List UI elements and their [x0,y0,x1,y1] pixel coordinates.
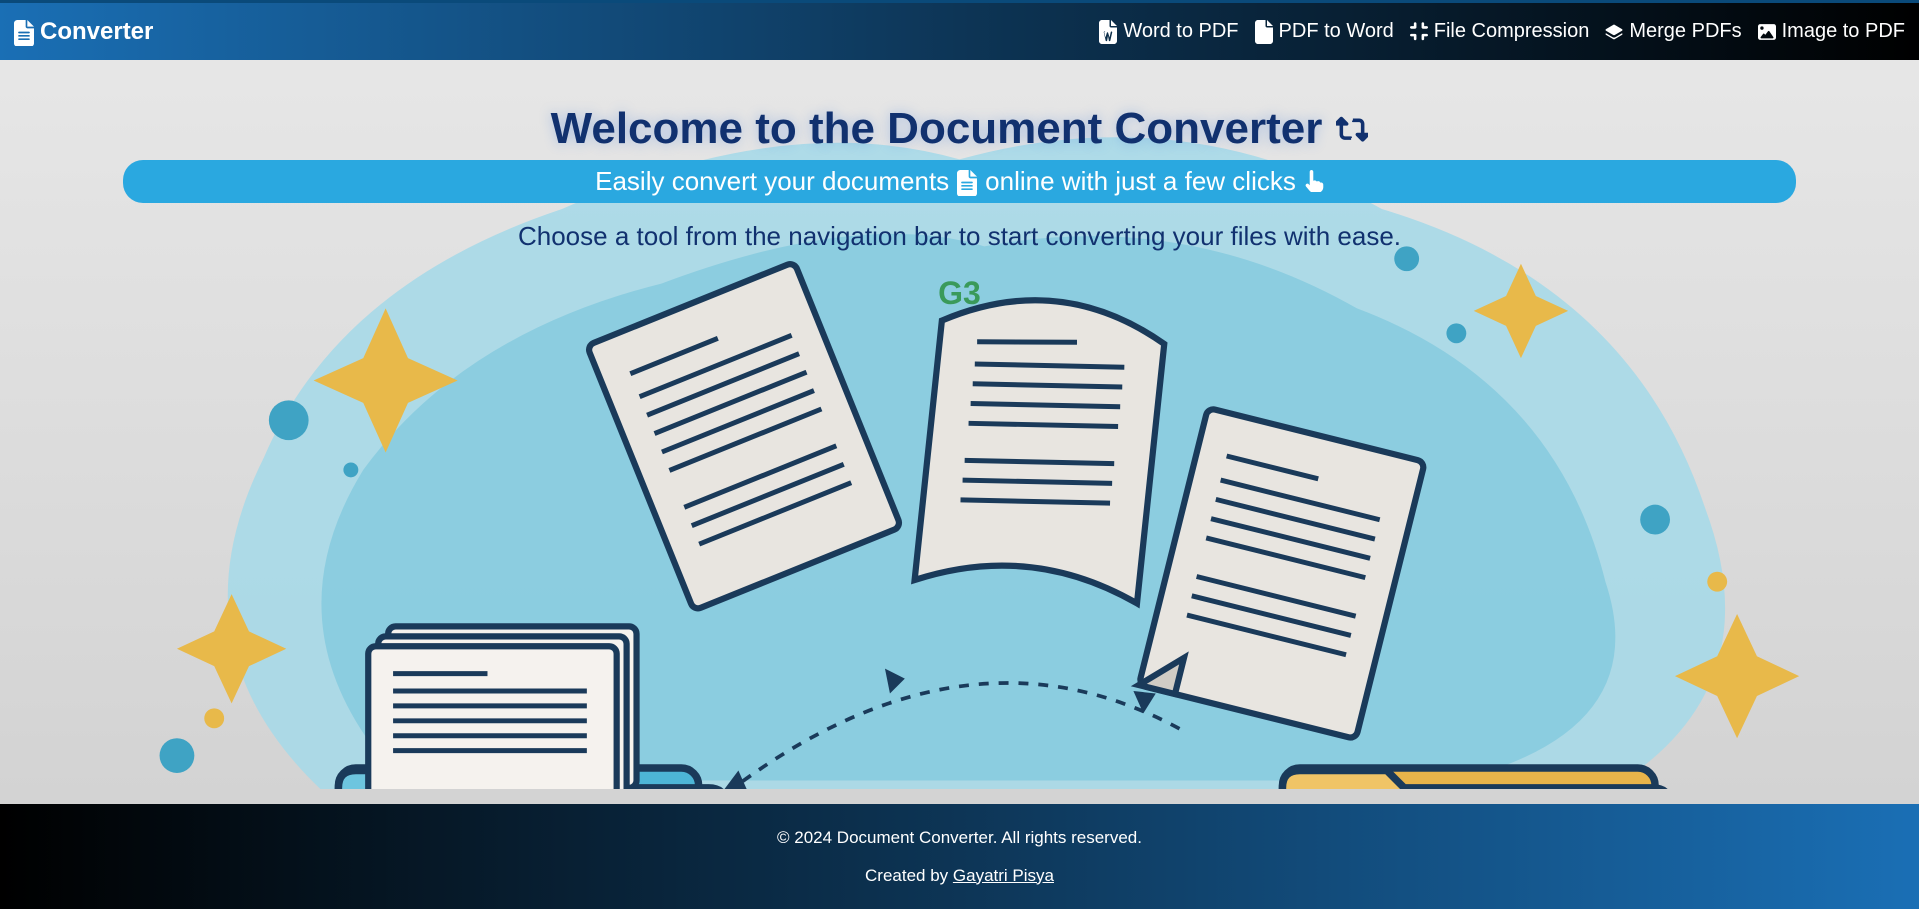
nav-image-to-pdf[interactable]: Image to PDF [1758,20,1905,43]
nav-pdf-to-word[interactable]: PDF to Word [1255,20,1394,43]
title-text: Welcome to the Document Converter [551,104,1323,154]
brand-link[interactable]: Converter [14,18,153,46]
created-prefix: Created by [865,866,953,885]
instruction-text: Choose a tool from the navigation bar to… [0,221,1919,252]
footer: © 2024 Document Converter. All rights re… [0,804,1919,909]
navbar: Converter Word to PDF PDF to Word File C… [0,3,1919,60]
image-icon [1758,23,1776,41]
nav-word-to-pdf[interactable]: Word to PDF [1099,20,1238,43]
page-title: Welcome to the Document Converter [551,104,1369,154]
author-link[interactable]: Gayatri Pisya [953,866,1054,885]
nav-label: Image to PDF [1782,20,1905,43]
subtitle-part1: Easily convert your documents [595,166,949,197]
nav-merge-pdfs[interactable]: Merge PDFs [1605,20,1741,43]
nav-label: PDF to Word [1279,20,1394,43]
hero-section: Welcome to the Document Converter Easily… [0,60,1919,789]
nav-file-compression[interactable]: File Compression [1410,20,1590,43]
file-lines-icon [14,20,34,44]
subtitle-part2: online with just a few clicks [985,166,1296,197]
compress-icon [1410,23,1428,41]
layers-icon [1605,23,1623,41]
hand-pointer-icon [1304,170,1324,194]
nav-label: File Compression [1434,20,1590,43]
nav-label: Word to PDF [1123,20,1238,43]
title-wrap: Welcome to the Document Converter [0,104,1919,154]
file-pdf-icon [1255,23,1273,41]
nav-links: Word to PDF PDF to Word File Compression… [1099,20,1905,43]
file-word-icon [1099,23,1117,41]
nav-label: Merge PDFs [1629,20,1741,43]
brand-text: Converter [40,18,153,46]
footer-copyright: © 2024 Document Converter. All rights re… [777,828,1142,848]
retweet-icon [1336,115,1368,143]
footer-credit: Created by Gayatri Pisya [865,866,1054,886]
file-lines-icon [957,170,977,194]
g3-badge: G3 [0,275,1919,312]
subtitle-bar: Easily convert your documents online wit… [123,160,1796,203]
